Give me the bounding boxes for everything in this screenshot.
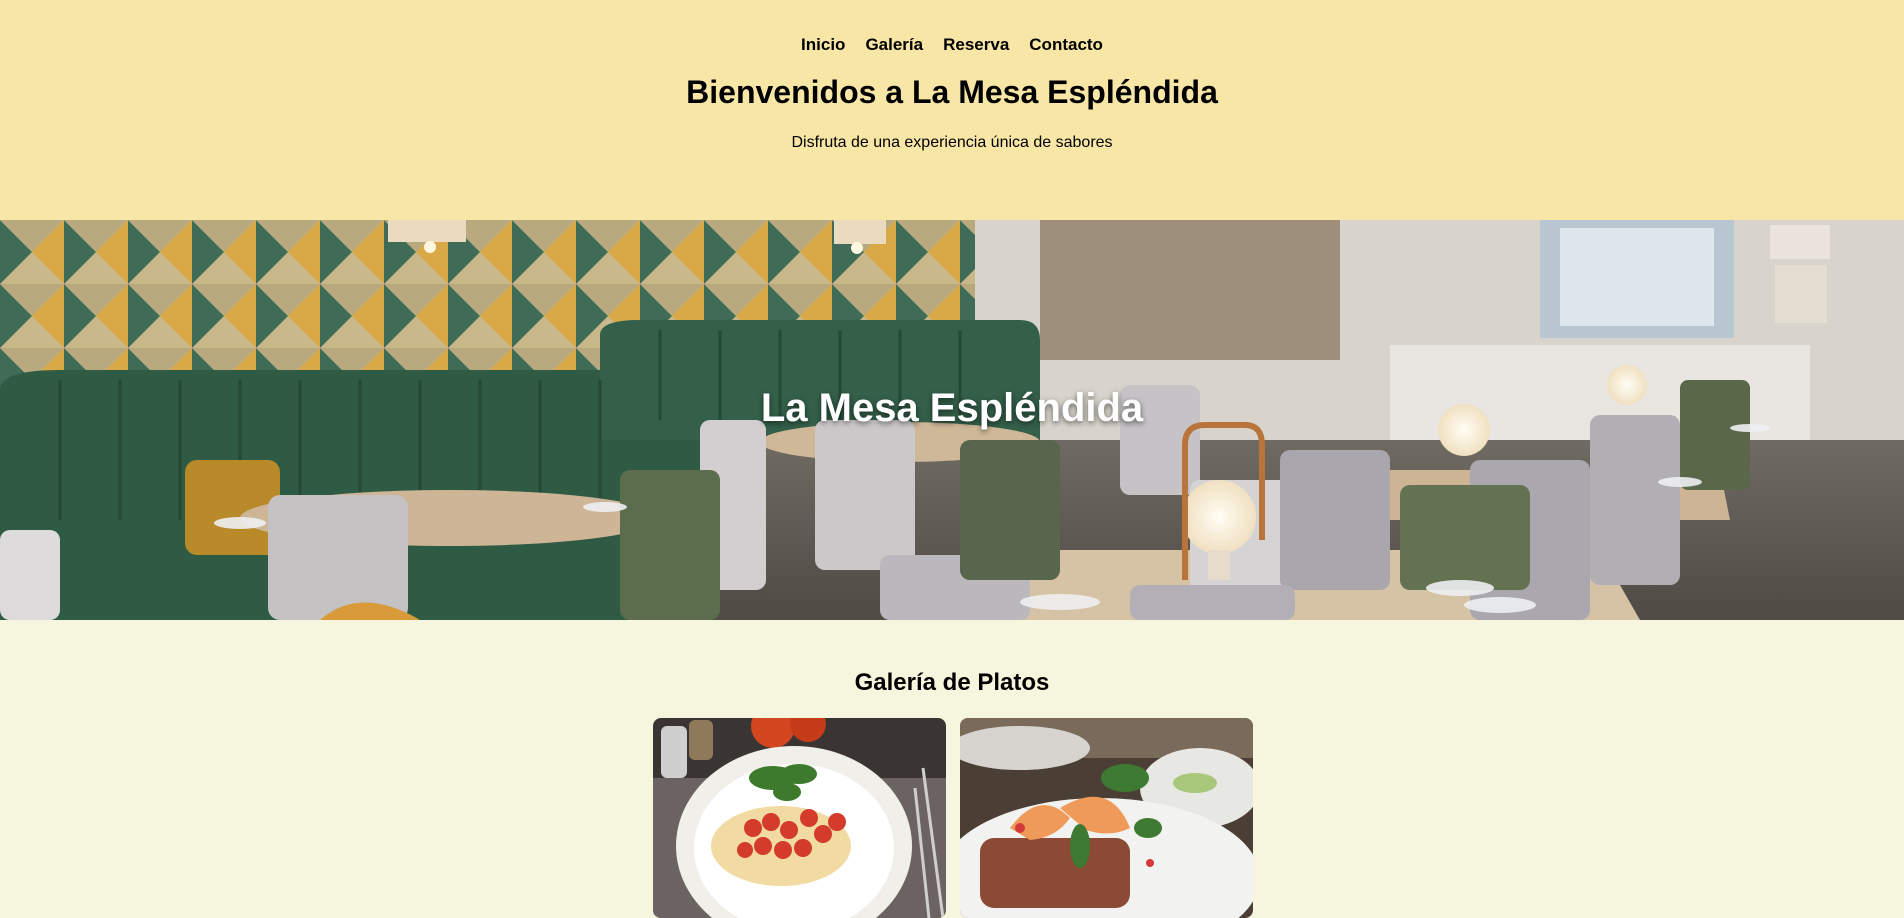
main-nav: Inicio Galería Reserva Contacto — [0, 35, 1904, 55]
site-header: Inicio Galería Reserva Contacto Bienveni… — [0, 0, 1904, 220]
tagline: Disfruta de una experiencia única de sab… — [791, 134, 1113, 151]
hero-banner: La Mesa Espléndida — [0, 220, 1904, 620]
gallery-item-bruschetta[interactable] — [653, 718, 946, 918]
hero-title: La Mesa Espléndida — [760, 386, 1144, 430]
gallery-section: Galería de Platos — [0, 620, 1904, 918]
nav-link-galeria[interactable]: Galería — [865, 35, 923, 55]
nav-link-contacto[interactable]: Contacto — [1029, 35, 1103, 55]
gallery-item-shrimp[interactable] — [960, 718, 1253, 918]
bruschetta-plate-image — [653, 718, 946, 918]
nav-link-inicio[interactable]: Inicio — [801, 35, 845, 55]
nav-link-reserva[interactable]: Reserva — [943, 35, 1009, 55]
gallery-title: Galería de Platos — [854, 669, 1050, 696]
page-title: Bienvenidos a La Mesa Espléndida — [686, 74, 1218, 110]
shrimp-steak-plate-image — [960, 718, 1253, 918]
